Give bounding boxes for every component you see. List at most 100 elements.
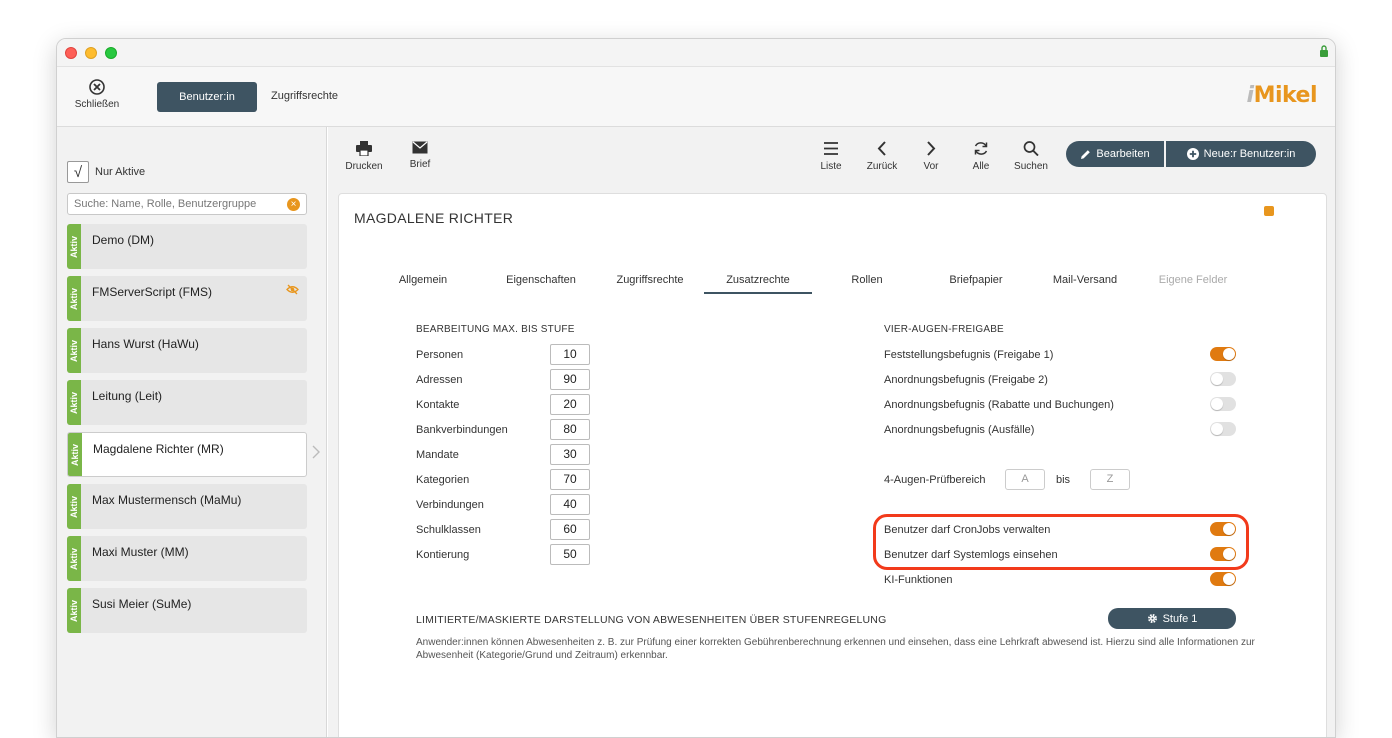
active-badge: Aktiv (68, 433, 82, 476)
search-icon (1023, 141, 1039, 156)
main-area: Drucken Brief Liste Zurück Vor Alle Such… (328, 127, 1335, 737)
chevron-right-icon (312, 445, 320, 459)
new-user-button[interactable]: Neue:r Benutzer:in (1166, 141, 1316, 167)
user-detail-panel: MAGDALENE RICHTER Allgemein Eigenschafte… (338, 193, 1327, 737)
user-card-sume[interactable]: Aktiv Susi Meier (SuMe) (67, 588, 307, 633)
toggle-defaults[interactable] (1210, 422, 1236, 436)
range-to-input[interactable]: Z (1090, 469, 1130, 490)
chevron-left-icon (877, 141, 886, 156)
level-label: Verbindungen (416, 499, 484, 511)
active-badge: Aktiv (67, 276, 81, 321)
tab-properties[interactable]: Eigenschaften (487, 274, 595, 292)
levels-section-title: BEARBEITUNG MAX. BIS STUFE (416, 324, 575, 335)
level-label: Mandate (416, 449, 459, 461)
tab-access-rights[interactable]: Zugriffsrechte (596, 274, 704, 292)
search-input[interactable]: Suche: Name, Rolle, Benutzergruppe × (67, 193, 307, 215)
all-button[interactable]: Alle (966, 141, 996, 172)
highlight-annotation (873, 514, 1249, 570)
clear-search-icon[interactable]: × (287, 198, 300, 211)
user-name: FMServerScript (FMS) (92, 285, 212, 299)
user-card-fms[interactable]: Aktiv FMServerScript (FMS) (67, 276, 307, 321)
zoom-window-button[interactable] (105, 47, 117, 59)
active-badge: Aktiv (67, 380, 81, 425)
active-badge: Aktiv (67, 536, 81, 581)
four-eyes-label: Anordnungsbefugnis (Rabatte und Buchunge… (884, 399, 1114, 411)
close-window-button[interactable] (65, 47, 77, 59)
minimize-window-button[interactable] (85, 47, 97, 59)
refresh-icon (974, 142, 988, 155)
top-bar: Schließen Benutzer:in Zugriffsrechte iMi… (57, 67, 1335, 127)
level-label: Adressen (416, 374, 463, 386)
close-button[interactable]: Schließen (71, 79, 123, 110)
tab-user[interactable]: Benutzer:in (157, 82, 257, 112)
level-input-connections[interactable]: 40 (550, 494, 590, 515)
level-label: Bankverbindungen (416, 424, 508, 436)
title-bar (57, 39, 1335, 67)
close-label: Schließen (74, 99, 120, 110)
four-eyes-label: Anordnungsbefugnis (Ausfälle) (884, 424, 1035, 436)
active-badge: Aktiv (67, 224, 81, 269)
four-eyes-label: Anordnungsbefugnis (Freigabe 2) (884, 374, 1048, 386)
level-input-mandates[interactable]: 30 (550, 444, 590, 465)
toggle-approval-1[interactable] (1210, 347, 1236, 361)
user-name: Magdalene Richter (MR) (93, 442, 224, 456)
toggle-ai-functions[interactable] (1210, 572, 1236, 586)
user-name: Max Mustermensch (MaMu) (92, 493, 242, 507)
pencil-icon (1081, 149, 1091, 159)
user-card-leit[interactable]: Aktiv Leitung (Leit) (67, 380, 307, 425)
only-active-checkbox[interactable]: √ (67, 161, 89, 183)
print-button[interactable]: Drucken (345, 141, 383, 172)
tab-access-rights[interactable]: Zugriffsrechte (271, 90, 338, 102)
back-button[interactable]: Zurück (862, 141, 902, 172)
level-input-persons[interactable]: 10 (550, 344, 590, 365)
user-card-demo[interactable]: Aktiv Demo (DM) (67, 224, 307, 269)
user-name: Leitung (Leit) (92, 389, 163, 403)
tab-letterhead[interactable]: Briefpapier (922, 274, 1030, 292)
range-from-input[interactable]: A (1005, 469, 1045, 490)
level-input-categories[interactable]: 70 (550, 469, 590, 490)
gear-icon (1147, 613, 1157, 624)
active-badge: Aktiv (67, 484, 81, 529)
tab-roles[interactable]: Rollen (813, 274, 921, 292)
level-select-button[interactable]: Stufe 1 (1108, 608, 1236, 629)
lock-icon (1320, 45, 1328, 57)
search-button[interactable]: Suchen (1012, 141, 1050, 172)
user-card-mamu[interactable]: Aktiv Max Mustermensch (MaMu) (67, 484, 307, 529)
active-badge: Aktiv (67, 588, 81, 633)
level-label: Kontierung (416, 549, 470, 561)
tab-additional-rights[interactable]: Zusatzrechte (704, 274, 812, 294)
active-badge: Aktiv (67, 328, 81, 373)
user-card-hawu[interactable]: Aktiv Hans Wurst (HaWu) (67, 328, 307, 373)
level-input-classes[interactable]: 60 (550, 519, 590, 540)
level-label: Kontakte (416, 399, 460, 411)
limited-section-title: LIMITIERTE/MASKIERTE DARSTELLUNG VON ABW… (416, 614, 887, 626)
level-input-contacts[interactable]: 20 (550, 394, 590, 415)
tab-general[interactable]: Allgemein (369, 274, 477, 292)
page-title: MAGDALENE RICHTER (354, 210, 514, 226)
user-name: Hans Wurst (HaWu) (92, 337, 199, 351)
extra-right-label: KI-Funktionen (884, 574, 953, 586)
user-card-mr[interactable]: Aktiv Magdalene Richter (MR) (67, 432, 307, 477)
list-button[interactable]: Liste (816, 141, 846, 172)
note-icon[interactable] (1264, 206, 1274, 216)
level-input-accounting[interactable]: 50 (550, 544, 590, 565)
tab-mail-sending[interactable]: Mail-Versand (1031, 274, 1139, 292)
edit-button[interactable]: Bearbeiten (1066, 141, 1164, 167)
level-input-bank[interactable]: 80 (550, 419, 590, 440)
range-label: 4-Augen-Prüfbereich (884, 474, 986, 486)
only-active-label: Nur Aktive (95, 166, 146, 178)
level-input-addresses[interactable]: 90 (550, 369, 590, 390)
four-eyes-label: Feststellungsbefugnis (Freigabe 1) (884, 349, 1054, 361)
four-eyes-section-title: VIER-AUGEN-FREIGABE (884, 324, 1004, 335)
user-sidebar: √ Nur Aktive Suche: Name, Rolle, Benutze… (57, 127, 327, 737)
toggle-discounts-bookings[interactable] (1210, 397, 1236, 411)
tab-custom-fields: Eigene Felder (1158, 274, 1228, 286)
letter-button[interactable]: Brief (405, 141, 435, 170)
chevron-right-icon (927, 141, 936, 156)
plus-circle-icon (1186, 148, 1199, 160)
user-card-mm[interactable]: Aktiv Maxi Muster (MM) (67, 536, 307, 581)
next-button[interactable]: Vor (916, 141, 946, 172)
level-label: Kategorien (416, 474, 470, 486)
toggle-approval-2[interactable] (1210, 372, 1236, 386)
only-active-filter[interactable]: √ Nur Aktive (67, 161, 145, 183)
